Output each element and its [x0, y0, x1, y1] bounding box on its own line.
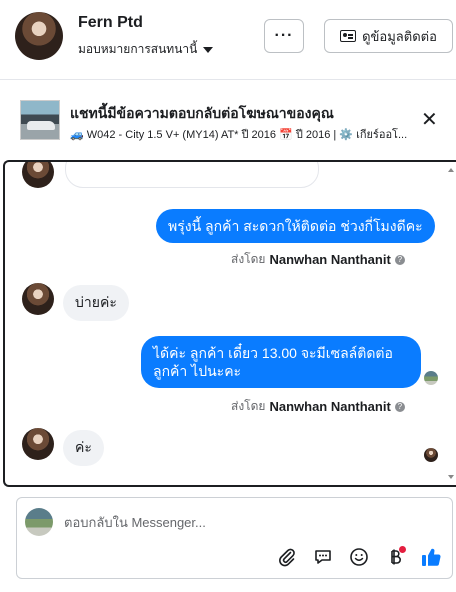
ad-subtitle[interactable]: 🚙 W042 - City 1.5 V+ (MY14) AT* ปี 2016 … [70, 125, 456, 143]
assign-label: มอบหมายการสนทนานี้ [78, 42, 198, 56]
sent-by-prefix: ส่งโดย [231, 252, 266, 266]
view-contact-label: ดูข้อมูลติดต่อ [362, 28, 437, 44]
conversation-header: Fern Ptd มอบหมายการสนทนานี้ ··· ดูข้อมูล… [0, 0, 456, 80]
message-text: บ่ายค่ะ [75, 294, 117, 310]
scroll-up-arrow-icon[interactable] [448, 168, 454, 172]
contact-avatar [22, 162, 54, 188]
scroll-down-arrow-icon[interactable] [448, 475, 454, 479]
ad-context-bar: แชทนี้มีข้อความตอบกลับต่อโฆษณาของคุณ 🚙 W… [0, 88, 456, 152]
more-icon: ··· [274, 27, 294, 44]
contact-name[interactable]: Fern Ptd [78, 14, 143, 32]
contact-avatar [22, 283, 54, 315]
message-bubble-incoming[interactable]: บ่ายค่ะ [63, 285, 129, 321]
page-avatar [25, 508, 53, 536]
message-text-line: ลูกค้า ไปนะคะ [153, 363, 242, 379]
sent-by-prefix: ส่งโดย [231, 399, 266, 413]
message-bubble-incoming[interactable]: ค่ะ [63, 430, 104, 466]
sent-by-label: ส่งโดย Nanwhan Nanthanit ? [231, 397, 405, 416]
scrollbar[interactable] [448, 162, 456, 485]
ad-thumbnail[interactable] [20, 100, 60, 140]
message-text: พรุ่งนี้ ลูกค้า สะดวกให้ติดต่อ ช่วงกี่โม… [168, 218, 423, 234]
message-bubble-outgoing[interactable]: ได้ค่ะ ลูกค้า เดี๋ยว 13.00 จะมีเซลล์ติดต… [141, 336, 421, 388]
help-icon[interactable]: ? [394, 401, 405, 412]
message-bubble-outgoing[interactable]: พรุ่งนี้ ลูกค้า สะดวกให้ติดต่อ ช่วงกี่โม… [156, 209, 435, 243]
sender-name[interactable]: Nanwhan Nanthanit [269, 252, 390, 267]
attach-icon[interactable] [276, 546, 298, 568]
like-icon[interactable] [420, 546, 442, 568]
composer-toolbar [276, 546, 442, 568]
notification-dot [399, 546, 406, 553]
chevron-down-icon [203, 46, 214, 53]
contact-avatar [22, 428, 54, 460]
id-card-icon [340, 30, 357, 42]
sender-name[interactable]: Nanwhan Nanthanit [269, 399, 390, 414]
saved-reply-icon[interactable] [312, 546, 334, 568]
reply-input[interactable] [64, 508, 434, 536]
reply-composer [16, 497, 453, 579]
ad-title: แชทนี้มีข้อความตอบกลับต่อโฆษณาของคุณ [70, 105, 334, 121]
message-text: ค่ะ [75, 439, 92, 455]
assign-conversation-dropdown[interactable]: มอบหมายการสนทนานี้ [78, 40, 214, 59]
seen-avatar [424, 448, 438, 462]
close-icon[interactable]: ✕ [421, 110, 438, 130]
sent-by-label: ส่งโดย Nanwhan Nanthanit ? [231, 250, 405, 269]
message-thread[interactable]: พรุ่งนี้ ลูกค้า สะดวกให้ติดต่อ ช่วงกี่โม… [3, 160, 456, 487]
message-bubble-incoming [65, 162, 319, 188]
view-contact-button[interactable]: ดูข้อมูลติดต่อ [324, 19, 453, 53]
more-options-button[interactable]: ··· [264, 19, 304, 53]
contact-avatar[interactable] [15, 12, 63, 60]
message-text-line: ได้ค่ะ ลูกค้า เดี๋ยว 13.00 จะมีเซลล์ติดต… [153, 345, 393, 361]
seen-avatar [424, 371, 438, 385]
help-icon[interactable]: ? [394, 254, 405, 265]
payment-icon[interactable] [384, 546, 406, 568]
emoji-icon[interactable] [348, 546, 370, 568]
